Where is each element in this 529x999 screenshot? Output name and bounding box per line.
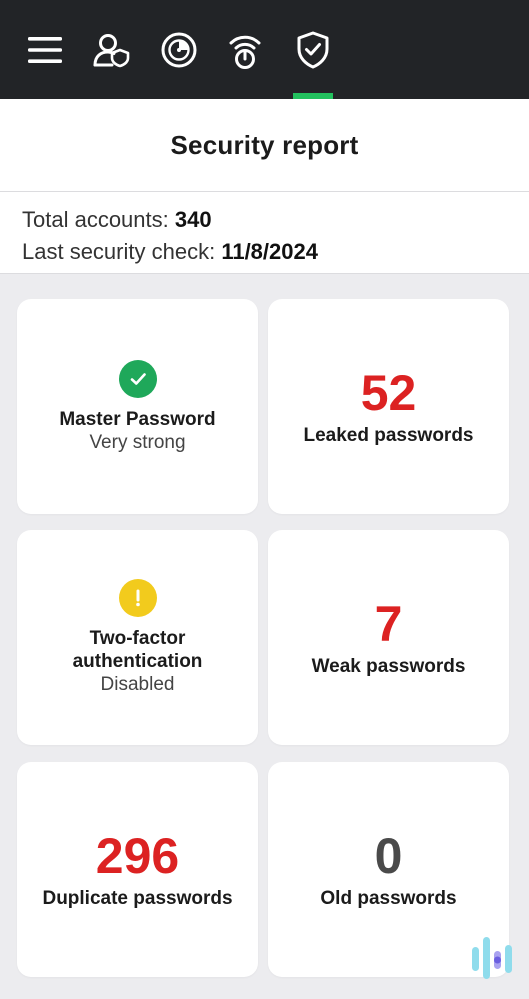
check-circle-icon xyxy=(118,359,157,398)
two-factor-title-line1: Two-factor xyxy=(89,628,186,649)
duplicate-passwords-card[interactable]: 296 Duplicate passwords xyxy=(17,762,258,977)
master-password-card[interactable]: Master Password Very strong xyxy=(17,299,258,514)
total-accounts-value: 340 xyxy=(174,207,212,232)
account-summary: Total accounts: 340 Last security check:… xyxy=(0,192,529,274)
weak-passwords-card[interactable]: 7 Weak passwords xyxy=(268,530,509,745)
weak-passwords-count: 7 xyxy=(374,596,403,652)
master-password-title: Master Password xyxy=(59,408,216,430)
total-accounts-row: Total accounts: 340 xyxy=(22,204,529,236)
two-factor-status: Disabled xyxy=(100,674,175,695)
two-factor-card[interactable]: Two-factor authentication Disabled xyxy=(17,530,258,745)
shield-check-icon[interactable] xyxy=(293,30,333,70)
leaked-passwords-count: 52 xyxy=(360,365,417,421)
old-passwords-count: 0 xyxy=(374,828,403,884)
weak-passwords-label: Weak passwords xyxy=(311,656,466,677)
page-title: Security report xyxy=(170,129,359,160)
hamburger-menu-icon[interactable] xyxy=(25,30,65,70)
duplicate-passwords-count: 296 xyxy=(95,828,180,884)
last-check-value: 11/8/2024 xyxy=(221,239,318,264)
old-passwords-label: Old passwords xyxy=(320,888,457,909)
warning-circle-icon xyxy=(118,579,157,617)
top-navigation-bar xyxy=(0,0,529,99)
master-password-status: Very strong xyxy=(89,431,186,453)
last-check-row: Last security check: 11/8/2024 xyxy=(22,236,529,268)
last-check-label: Last security check: xyxy=(22,239,216,264)
leaked-passwords-label: Leaked passwords xyxy=(303,425,474,446)
signal-power-icon[interactable] xyxy=(225,30,265,70)
safe-dial-icon[interactable] xyxy=(159,30,199,70)
total-accounts-label: Total accounts: xyxy=(22,207,169,232)
duplicate-passwords-label: Duplicate passwords xyxy=(42,888,233,909)
person-shield-icon[interactable] xyxy=(91,30,131,70)
page-header: Security report xyxy=(0,99,529,192)
two-factor-title-line2: authentication xyxy=(72,651,203,672)
watermark-logo-icon xyxy=(470,935,516,981)
leaked-passwords-card[interactable]: 52 Leaked passwords xyxy=(268,299,509,514)
